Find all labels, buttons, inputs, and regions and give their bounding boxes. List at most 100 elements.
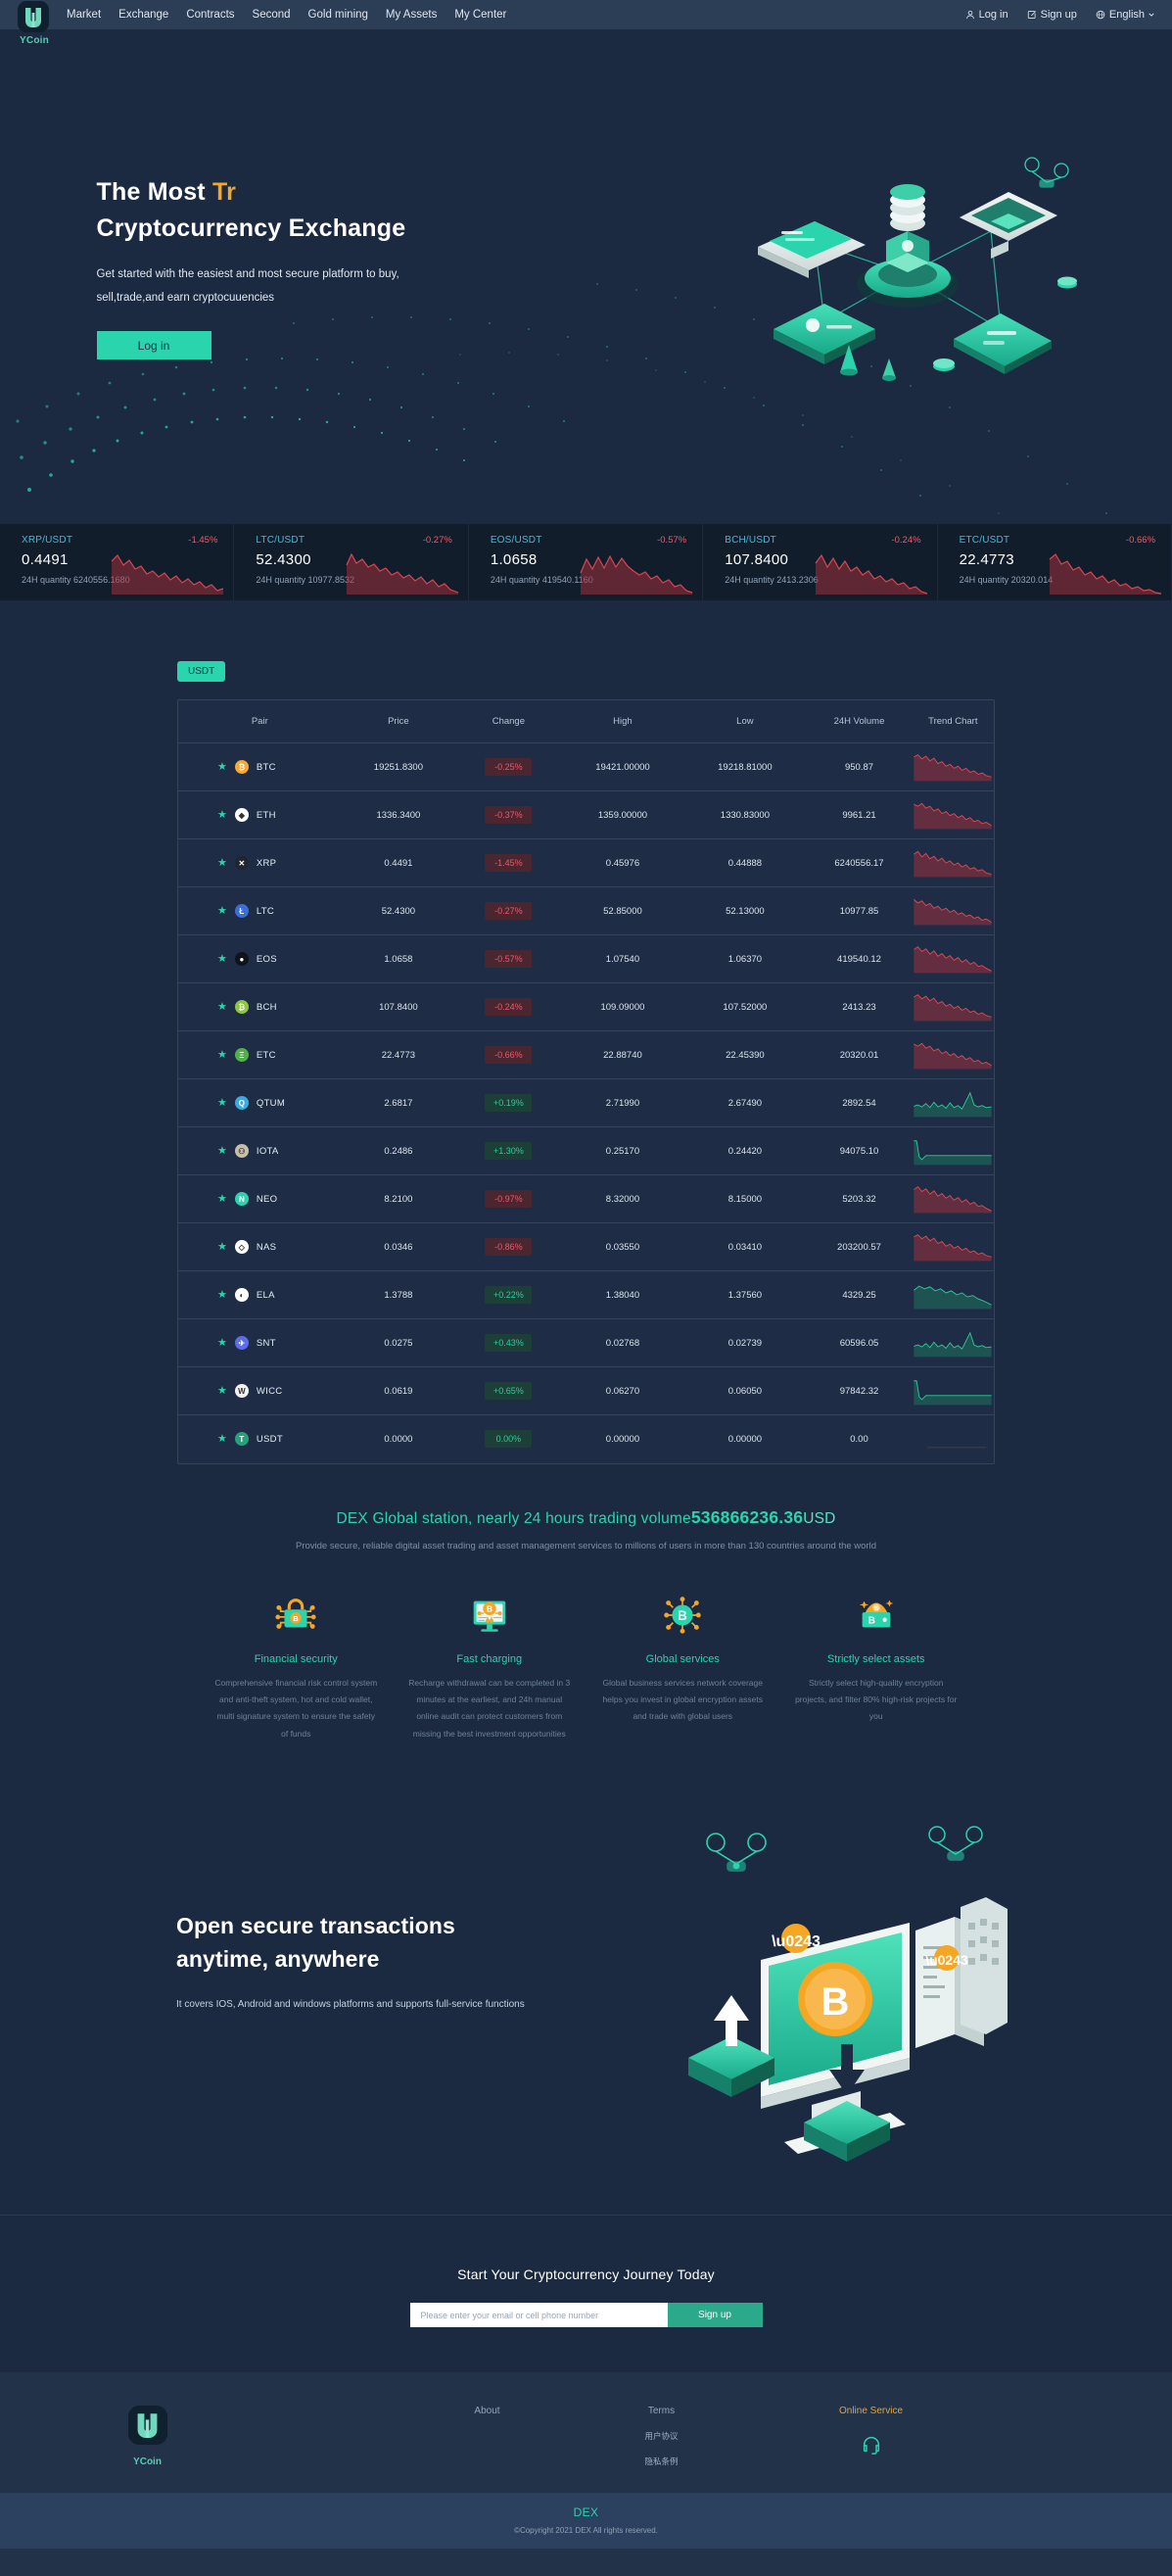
favorite-star-icon[interactable]: ★ <box>217 1289 227 1301</box>
hero-subtitle: Get started with the easiest and most se… <box>97 263 557 310</box>
cell-price: 0.2486 <box>341 1126 456 1175</box>
ticker-item[interactable]: XRP/USDT -1.45% 0.4491 24H quantity 6240… <box>0 524 235 600</box>
pair-cell: ★ W WICC <box>178 1384 342 1398</box>
hero-login-button[interactable]: Log in <box>96 331 211 360</box>
coin-icon: N <box>234 1192 249 1206</box>
favorite-star-icon[interactable]: ★ <box>217 1241 227 1253</box>
change-badge: -0.37% <box>485 806 533 824</box>
favorite-star-icon[interactable]: ★ <box>217 1385 227 1397</box>
cell-change: +0.19% <box>455 1078 562 1127</box>
trend-sparkline <box>914 946 993 974</box>
cell-trend <box>912 1078 994 1127</box>
favorite-star-icon[interactable]: ★ <box>217 905 227 917</box>
language-label: English <box>1108 9 1145 21</box>
cell-price: 1.0658 <box>341 934 456 983</box>
nav-item-second[interactable]: Second <box>253 9 291 21</box>
cell-change: -0.97% <box>455 1174 562 1223</box>
pair-symbol: LTC <box>256 905 275 917</box>
headset-icon[interactable] <box>749 2434 994 2456</box>
promo-text-block: Open secure transactions anytime, anywhe… <box>176 1909 587 2010</box>
footer-logo[interactable] <box>127 2406 167 2446</box>
cell-high: 0.06270 <box>561 1366 684 1415</box>
pair-symbol: IOTA <box>256 1145 279 1157</box>
svg-text:B: B <box>678 1607 687 1622</box>
footer-link-privacy-policy[interactable]: 隐私条例 <box>575 2456 749 2467</box>
table-row[interactable]: ★ ₿ BCH 107.8400 -0.24% 109.09000 107.52000 241… <box>178 982 994 1031</box>
table-row[interactable]: ★ ● EOS 1.0658 -0.57% 1.07540 1.06370 419540.12 <box>178 934 994 983</box>
table-row[interactable]: ★ ◇ NAS 0.0346 -0.86% 0.03550 0.03410 203200.57 <box>178 1222 994 1271</box>
cell-pair: ★ W WICC <box>178 1366 342 1415</box>
market-table-card: Pair Price Change High Low 24H Volume Tr… <box>177 699 995 1464</box>
ticker-item[interactable]: LTC/USDT -0.27% 52.4300 24H quantity 109… <box>234 524 469 600</box>
cell-volume: 2413.23 <box>806 982 913 1031</box>
promo-isometric-illustration: B \u0243 \u0243 <box>688 1826 1008 2163</box>
cell-trend <box>912 838 994 887</box>
footer-link-user-agreement[interactable]: 用户协议 <box>575 2430 749 2442</box>
cell-change: 0.00% <box>455 1414 562 1463</box>
table-row[interactable]: ★ Ł LTC 52.4300 -0.27% 52.85000 52.13000 10977.… <box>178 886 994 935</box>
cell-change: -0.66% <box>455 1030 562 1079</box>
table-row[interactable]: ★ ◆ ETH 1336.3400 -0.37% 1359.00000 1330.83000… <box>178 790 994 839</box>
language-selector[interactable]: English <box>1096 9 1154 21</box>
pair-cell: ★ ● EOS <box>178 952 342 966</box>
site-logo[interactable] <box>18 1 49 32</box>
table-row[interactable]: ★ ₿ BTC 19251.8300 -0.25% 19421.00000 19218.81… <box>178 742 994 791</box>
ticker-pair: EOS/USDT <box>490 535 542 546</box>
cta-signup-button[interactable]: Sign up <box>667 2303 763 2328</box>
cell-high: 109.09000 <box>561 982 684 1031</box>
cell-pair: ★ Ł LTC <box>178 886 342 935</box>
login-button[interactable]: Log in <box>965 9 1008 21</box>
table-row[interactable]: ★ ✕ XRP 0.4491 -1.45% 0.45976 0.44888 6240556.1… <box>178 838 994 887</box>
cell-high: 8.32000 <box>561 1174 684 1223</box>
favorite-star-icon[interactable]: ★ <box>217 809 227 821</box>
table-row[interactable]: ★ ✈ SNT 0.0275 +0.43% 0.02768 0.02739 60596.05 <box>178 1318 994 1367</box>
column-header-pair: Pair <box>251 716 268 727</box>
feature-card-fast-charging: B Fast charging Recharge withdrawal can … <box>393 1591 586 1743</box>
email-or-phone-input[interactable] <box>409 2303 668 2328</box>
feature-card-strictly-select-assets: B B Strictly select assets Strictly sele… <box>779 1591 973 1743</box>
favorite-star-icon[interactable]: ★ <box>217 1433 227 1445</box>
cell-volume: 2892.54 <box>806 1078 913 1127</box>
cell-price: 107.8400 <box>341 982 456 1031</box>
trend-sparkline <box>914 994 993 1022</box>
favorite-star-icon[interactable]: ★ <box>217 761 227 773</box>
nav-item-contracts[interactable]: Contracts <box>186 9 234 21</box>
cell-low: 0.44888 <box>683 838 807 887</box>
nav-item-my-center[interactable]: My Center <box>454 9 506 21</box>
table-row[interactable]: ★ T USDT 0.0000 0.00% 0.00000 0.00000 0.00 <box>178 1414 994 1463</box>
nav-item-exchange[interactable]: Exchange <box>118 9 168 21</box>
cell-price: 22.4773 <box>341 1030 456 1079</box>
ticker-item[interactable]: EOS/USDT -0.57% 1.0658 24H quantity 4195… <box>469 524 704 600</box>
favorite-star-icon[interactable]: ★ <box>217 1001 227 1013</box>
favorite-star-icon[interactable]: ★ <box>217 1097 227 1109</box>
favorite-star-icon[interactable]: ★ <box>217 857 227 869</box>
favorite-star-icon[interactable]: ★ <box>217 1193 227 1205</box>
table-row[interactable]: ★ N NEO 8.2100 -0.97% 8.32000 8.15000 5203.32 <box>178 1174 994 1223</box>
favorite-star-icon[interactable]: ★ <box>217 1145 227 1157</box>
table-row[interactable]: ★ ⚇ IOTA 0.2486 +1.30% 0.25170 0.24420 94075.10 <box>178 1126 994 1175</box>
cell-high: 1.38040 <box>561 1270 684 1319</box>
ticker-item[interactable]: ETC/USDT -0.66% 22.4773 24H quantity 203… <box>938 524 1172 600</box>
table-row[interactable]: ★ Q QTUM 2.6817 +0.19% 2.71990 2.67490 2892.54 <box>178 1078 994 1127</box>
table-row[interactable]: ★ W WICC 0.0619 +0.65% 0.06270 0.06050 97842.32 <box>178 1366 994 1415</box>
nav-item-my-assets[interactable]: My Assets <box>386 9 437 21</box>
pair-cell: ★ T USDT <box>178 1432 342 1447</box>
cell-pair: ★ ● EOS <box>178 934 342 983</box>
table-row[interactable]: ★ ◐ ELA 1.3788 +0.22% 1.38040 1.37560 4329.25 <box>178 1270 994 1319</box>
ticker-change: -0.66% <box>1125 535 1156 546</box>
ticker-item[interactable]: BCH/USDT -0.24% 107.8400 24H quantity 24… <box>703 524 938 600</box>
table-row[interactable]: ★ Ξ ETC 22.4773 -0.66% 22.88740 22.45390 20320.… <box>178 1030 994 1079</box>
favorite-star-icon[interactable]: ★ <box>217 1049 227 1061</box>
change-badge: -0.27% <box>485 902 533 920</box>
pair-symbol: QTUM <box>256 1097 286 1109</box>
cell-change: +0.22% <box>455 1270 562 1319</box>
favorite-star-icon[interactable]: ★ <box>217 953 227 965</box>
tab-usdt[interactable]: USDT <box>177 661 226 682</box>
nav-item-gold-mining[interactable]: Gold mining <box>308 9 368 21</box>
svg-text:B: B <box>867 1614 875 1626</box>
nav-item-market[interactable]: Market <box>67 9 101 21</box>
cell-trend <box>912 1030 994 1079</box>
favorite-star-icon[interactable]: ★ <box>217 1337 227 1349</box>
footer-service-title[interactable]: Online Service <box>749 2406 994 2416</box>
signup-button[interactable]: Sign up <box>1027 9 1077 21</box>
